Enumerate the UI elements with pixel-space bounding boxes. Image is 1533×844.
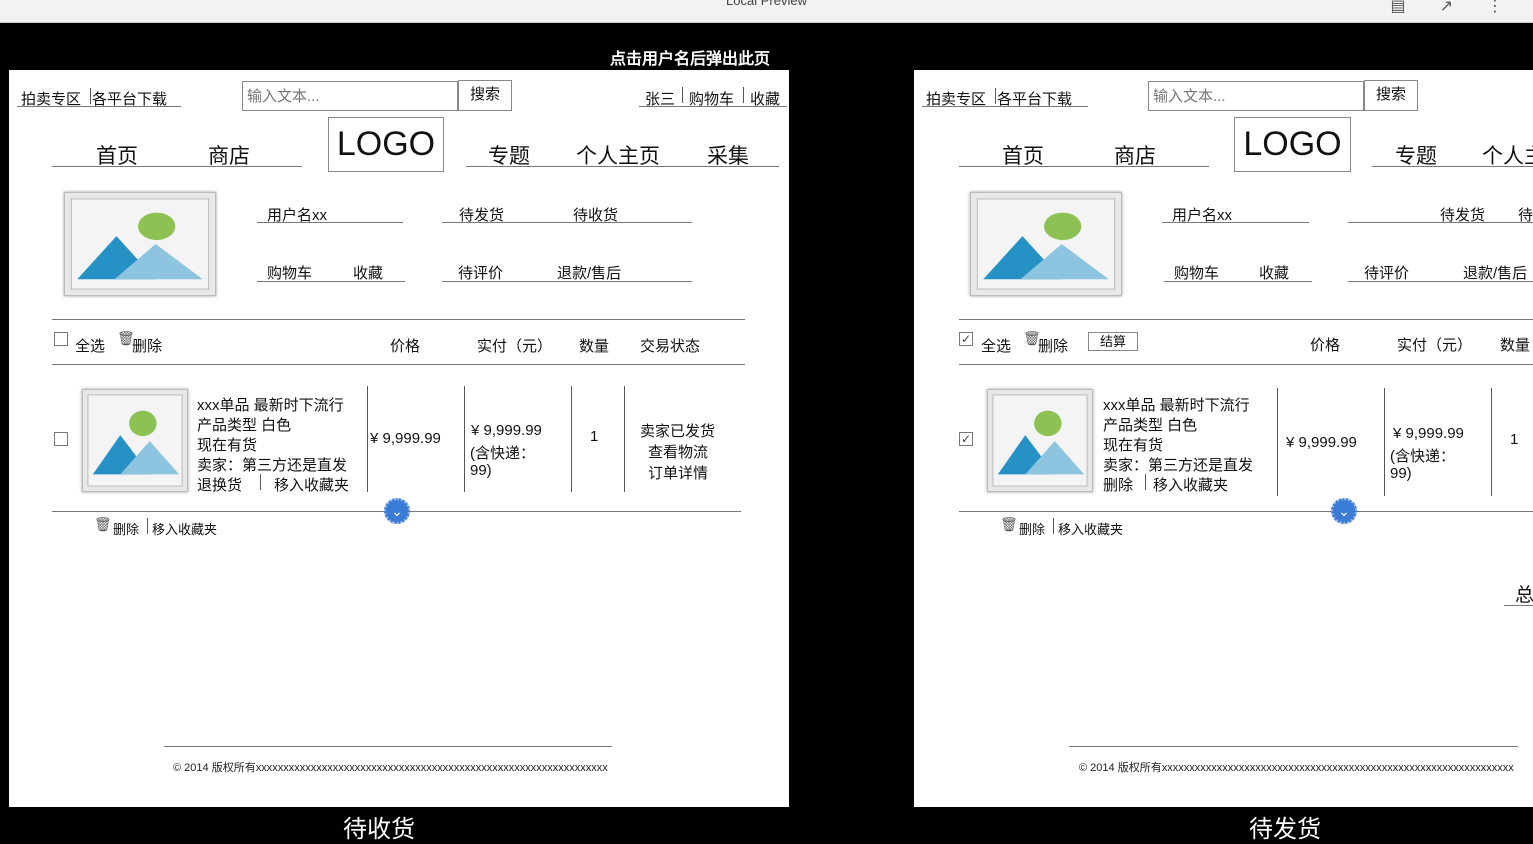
bottom-delete-link[interactable]: 删除 (113, 519, 139, 538)
item-seller: 卖家：第三方还是直发 (197, 457, 348, 474)
avatar-image (64, 192, 216, 296)
item-delete-link[interactable]: 删除 (1103, 474, 1133, 495)
expand-chevron-icon[interactable]: ⌄ (384, 498, 410, 524)
order-details-link[interactable]: 订单详情 (648, 462, 708, 483)
item-title[interactable]: xxx单品 最新时下流行 (1103, 394, 1250, 415)
view-logistics-link[interactable]: 查看物流 (648, 441, 708, 462)
item-paid-shipping-amount: 99) (1390, 465, 1412, 482)
window-titlebar: Local Preview ▤ ↗ ⋮ (0, 0, 1533, 23)
search-input[interactable] (1148, 81, 1364, 111)
item-paid-shipping-amount: 99) (470, 462, 492, 479)
search-button[interactable]: 搜索 (458, 80, 512, 111)
item-paid-shipping: (含快递： (470, 445, 535, 462)
item-type: 产品类型 白色 (197, 417, 292, 434)
panel-to-receive: 拍卖专区 各平台下载 搜索 张三 购物车 收藏 首页 商店 LOGO 专题 个人… (9, 70, 789, 807)
bottom-move-link[interactable]: 移入收藏夹 (1058, 519, 1123, 538)
item-paid: ¥ 9,999.99 (1393, 425, 1464, 442)
col-paid: 实付（元） (1397, 337, 1473, 354)
to-review-link[interactable]: 待评价 (458, 262, 503, 283)
col-price: 价格 (390, 338, 421, 355)
expand-chevron-icon[interactable]: ⌄ (1331, 498, 1357, 524)
select-all-label: 全选 (75, 338, 106, 355)
footer-copyright: © 2014 版权所有xxxxxxxxxxxxxxxxxxxxxxxxxxxxx… (1079, 762, 1514, 774)
select-all-checkbox[interactable] (54, 332, 68, 346)
bottom-move-link[interactable]: 移入收藏夹 (152, 519, 217, 538)
caption-to-receive: 待收货 (343, 816, 415, 843)
product-image (82, 389, 188, 492)
select-all-checkbox[interactable]: ✓ (959, 332, 973, 346)
item-status: 卖家已发货 (640, 423, 716, 440)
delete-selected-link[interactable]: 删除 (1038, 335, 1068, 356)
footer-copyright: © 2014 版权所有xxxxxxxxxxxxxxxxxxxxxxxxxxxxx… (173, 762, 608, 774)
checkout-button[interactable]: 结算 (1088, 332, 1138, 351)
col-paid: 实付（元） (477, 338, 553, 355)
refund-link[interactable]: 退款/售后 (557, 262, 621, 283)
page-caption-top: 点击用户名后弹出此页 (610, 51, 771, 68)
item-stock: 现在有货 (197, 437, 258, 454)
item-type: 产品类型 白色 (1103, 417, 1198, 434)
product-image (987, 389, 1093, 492)
export-icon[interactable]: ↗ (1440, 0, 1453, 16)
item-paid: ¥ 9,999.99 (471, 422, 542, 439)
return-link[interactable]: 退换货 (197, 474, 242, 495)
caption-to-ship: 待发货 (1249, 816, 1321, 843)
trash-icon-bottom[interactable]: 🗑 (1000, 516, 1018, 533)
col-qty: 数量 (1500, 337, 1531, 354)
item-price: ¥ 9,999.99 (370, 430, 441, 447)
trash-icon-bottom[interactable]: 🗑 (94, 516, 112, 533)
col-qty: 数量 (579, 338, 610, 355)
user-fav-link[interactable]: 收藏 (353, 262, 383, 283)
search-input[interactable] (242, 81, 458, 111)
search-button[interactable]: 搜索 (1364, 80, 1418, 111)
refund-link[interactable]: 退款/售后 (1463, 262, 1527, 283)
item-paid-shipping: (含快递： (1390, 448, 1455, 465)
user-cart-link[interactable]: 购物车 (267, 262, 312, 283)
user-fav-link[interactable]: 收藏 (1259, 262, 1289, 283)
item-price: ¥ 9,999.99 (1286, 434, 1357, 451)
move-to-fav-link[interactable]: 移入收藏夹 (274, 474, 349, 495)
item-stock: 现在有货 (1103, 437, 1164, 454)
move-to-fav-link[interactable]: 移入收藏夹 (1153, 474, 1228, 495)
total-label: 总 (1515, 585, 1533, 606)
col-status: 交易状态 (640, 338, 701, 355)
delete-selected-link[interactable]: 删除 (132, 335, 162, 356)
col-price: 价格 (1310, 337, 1341, 354)
window-title: Local Preview (726, 0, 807, 8)
document-icon[interactable]: ▤ (1390, 0, 1405, 16)
to-review-link[interactable]: 待评价 (1364, 262, 1409, 283)
item-title[interactable]: xxx单品 最新时下流行 (197, 394, 344, 415)
panel-to-ship: 拍卖专区 各平台下载 搜索 首页 商店 LOGO 专题 个人主 用户名xx 待发… (914, 70, 1533, 807)
item-checkbox[interactable] (54, 432, 68, 446)
item-checkbox[interactable]: ✓ (959, 432, 973, 446)
item-seller: 卖家：第三方还是直发 (1103, 457, 1254, 474)
item-qty: 1 (1510, 431, 1519, 448)
logo[interactable]: LOGO (1234, 117, 1351, 172)
logo[interactable]: LOGO (328, 117, 444, 172)
item-qty: 1 (590, 428, 599, 445)
more-icon[interactable]: ⋮ (1487, 0, 1503, 16)
avatar-image (970, 192, 1122, 296)
bottom-delete-link[interactable]: 删除 (1019, 519, 1045, 538)
select-all-label: 全选 (981, 338, 1012, 355)
user-cart-link[interactable]: 购物车 (1174, 262, 1219, 283)
